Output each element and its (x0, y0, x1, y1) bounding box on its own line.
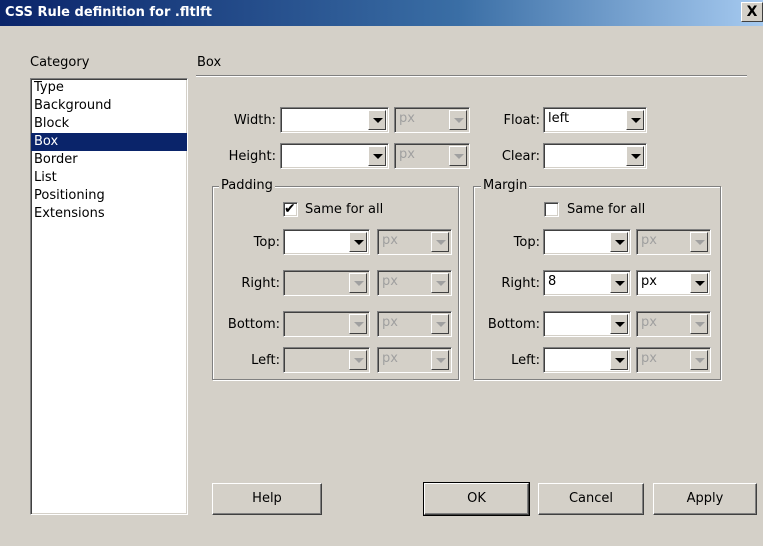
chevron-down-icon (349, 350, 367, 370)
padding-right-combo (283, 270, 370, 296)
height-unit-select: px (394, 143, 470, 169)
padding-top-label: Top: (253, 235, 280, 250)
padding-legend: Padding (219, 178, 275, 193)
margin-right-value: 8 (548, 274, 557, 289)
padding-top-unit-value: px (382, 233, 398, 248)
padding-same-for-all-label: Same for all (305, 202, 384, 217)
chevron-down-icon[interactable] (368, 110, 386, 130)
help-button[interactable]: Help (212, 483, 322, 515)
height-combo[interactable] (280, 143, 389, 169)
padding-top-unit-select: px (377, 229, 452, 255)
margin-left-unit-select: px (636, 347, 711, 373)
chevron-down-icon (431, 232, 449, 252)
chevron-down-icon[interactable] (610, 232, 628, 252)
margin-top-label: Top: (513, 235, 540, 250)
cancel-button[interactable]: Cancel (538, 483, 644, 515)
margin-same-for-all-checkbox[interactable] (544, 202, 559, 217)
category-label: Category (30, 55, 90, 70)
padding-top-combo[interactable] (283, 229, 370, 255)
margin-top-unit-select: px (636, 229, 711, 255)
category-item-block[interactable]: Block (31, 115, 187, 133)
padding-left-combo (283, 347, 370, 373)
margin-right-combo[interactable]: 8 (543, 270, 631, 296)
width-unit-select: px (394, 107, 470, 133)
float-value: left (548, 111, 570, 126)
chevron-down-icon (349, 314, 367, 334)
height-label: Height: (228, 149, 276, 164)
clear-select[interactable] (543, 143, 647, 169)
margin-left-label: Left: (511, 353, 540, 368)
chevron-down-icon (690, 314, 708, 334)
chevron-down-icon (349, 273, 367, 293)
chevron-down-icon[interactable] (610, 273, 628, 293)
chevron-down-icon (690, 232, 708, 252)
chevron-down-icon (449, 110, 467, 130)
panel-title: Box (197, 55, 222, 70)
checkmark-icon: ✔ (284, 201, 296, 217)
chevron-down-icon[interactable] (626, 146, 644, 166)
margin-left-combo[interactable] (543, 347, 631, 373)
chevron-down-icon[interactable] (610, 314, 628, 334)
margin-bottom-combo[interactable] (543, 311, 631, 337)
padding-bottom-unit-value: px (382, 315, 398, 330)
category-item-border[interactable]: Border (31, 151, 187, 169)
width-unit-value: px (399, 111, 415, 126)
dialog-title-bar: CSS Rule definition for .fltlft X (0, 0, 763, 26)
category-item-extensions[interactable]: Extensions (31, 205, 187, 223)
category-item-type[interactable]: Type (31, 79, 187, 97)
chevron-down-icon[interactable] (626, 110, 644, 130)
padding-left-unit-select: px (377, 347, 452, 373)
padding-bottom-label: Bottom: (227, 317, 280, 332)
dialog-title: CSS Rule definition for .fltlft (5, 5, 213, 20)
close-button[interactable]: X (741, 2, 763, 22)
margin-top-unit-value: px (641, 233, 657, 248)
padding-bottom-unit-select: px (377, 311, 452, 337)
chevron-down-icon (449, 146, 467, 166)
category-item-list[interactable]: List (31, 169, 187, 187)
padding-same-for-all-checkbox[interactable]: ✔ (283, 201, 298, 217)
margin-right-label: Right: (501, 276, 540, 291)
chevron-down-icon (431, 350, 449, 370)
margin-right-unit-select[interactable]: px (636, 270, 711, 296)
category-item-positioning[interactable]: Positioning (31, 187, 187, 205)
chevron-down-icon[interactable] (610, 350, 628, 370)
width-combo[interactable] (280, 107, 389, 133)
chevron-down-icon[interactable] (368, 146, 386, 166)
category-item-box[interactable]: Box (31, 133, 187, 151)
margin-bottom-label: Bottom: (487, 317, 540, 332)
chevron-down-icon[interactable] (349, 232, 367, 252)
padding-left-unit-value: px (382, 351, 398, 366)
apply-button[interactable]: Apply (653, 483, 757, 515)
chevron-down-icon (431, 314, 449, 334)
chevron-down-icon (690, 350, 708, 370)
panel-title-divider (196, 75, 747, 77)
margin-bottom-unit-value: px (641, 315, 657, 330)
clear-label: Clear: (501, 149, 540, 164)
margin-top-combo[interactable] (543, 229, 631, 255)
float-select[interactable]: left (543, 107, 647, 133)
padding-bottom-combo (283, 311, 370, 337)
ok-button[interactable]: OK (423, 482, 530, 516)
height-unit-value: px (399, 147, 415, 162)
category-item-background[interactable]: Background (31, 97, 187, 115)
close-icon: X (746, 4, 758, 20)
margin-same-for-all-label: Same for all (567, 202, 646, 217)
margin-legend: Margin (481, 178, 530, 193)
padding-left-label: Left: (251, 353, 280, 368)
margin-bottom-unit-select: px (636, 311, 711, 337)
padding-right-unit-select: px (377, 270, 452, 296)
padding-right-unit-value: px (382, 274, 398, 289)
padding-right-label: Right: (241, 276, 280, 291)
chevron-down-icon (431, 273, 449, 293)
float-label: Float: (503, 113, 541, 128)
margin-left-unit-value: px (641, 351, 657, 366)
category-list[interactable]: Type Background Block Box Border List Po… (30, 78, 188, 515)
margin-right-unit-value: px (641, 274, 657, 289)
chevron-down-icon[interactable] (690, 273, 708, 293)
width-label: Width: (233, 113, 276, 128)
